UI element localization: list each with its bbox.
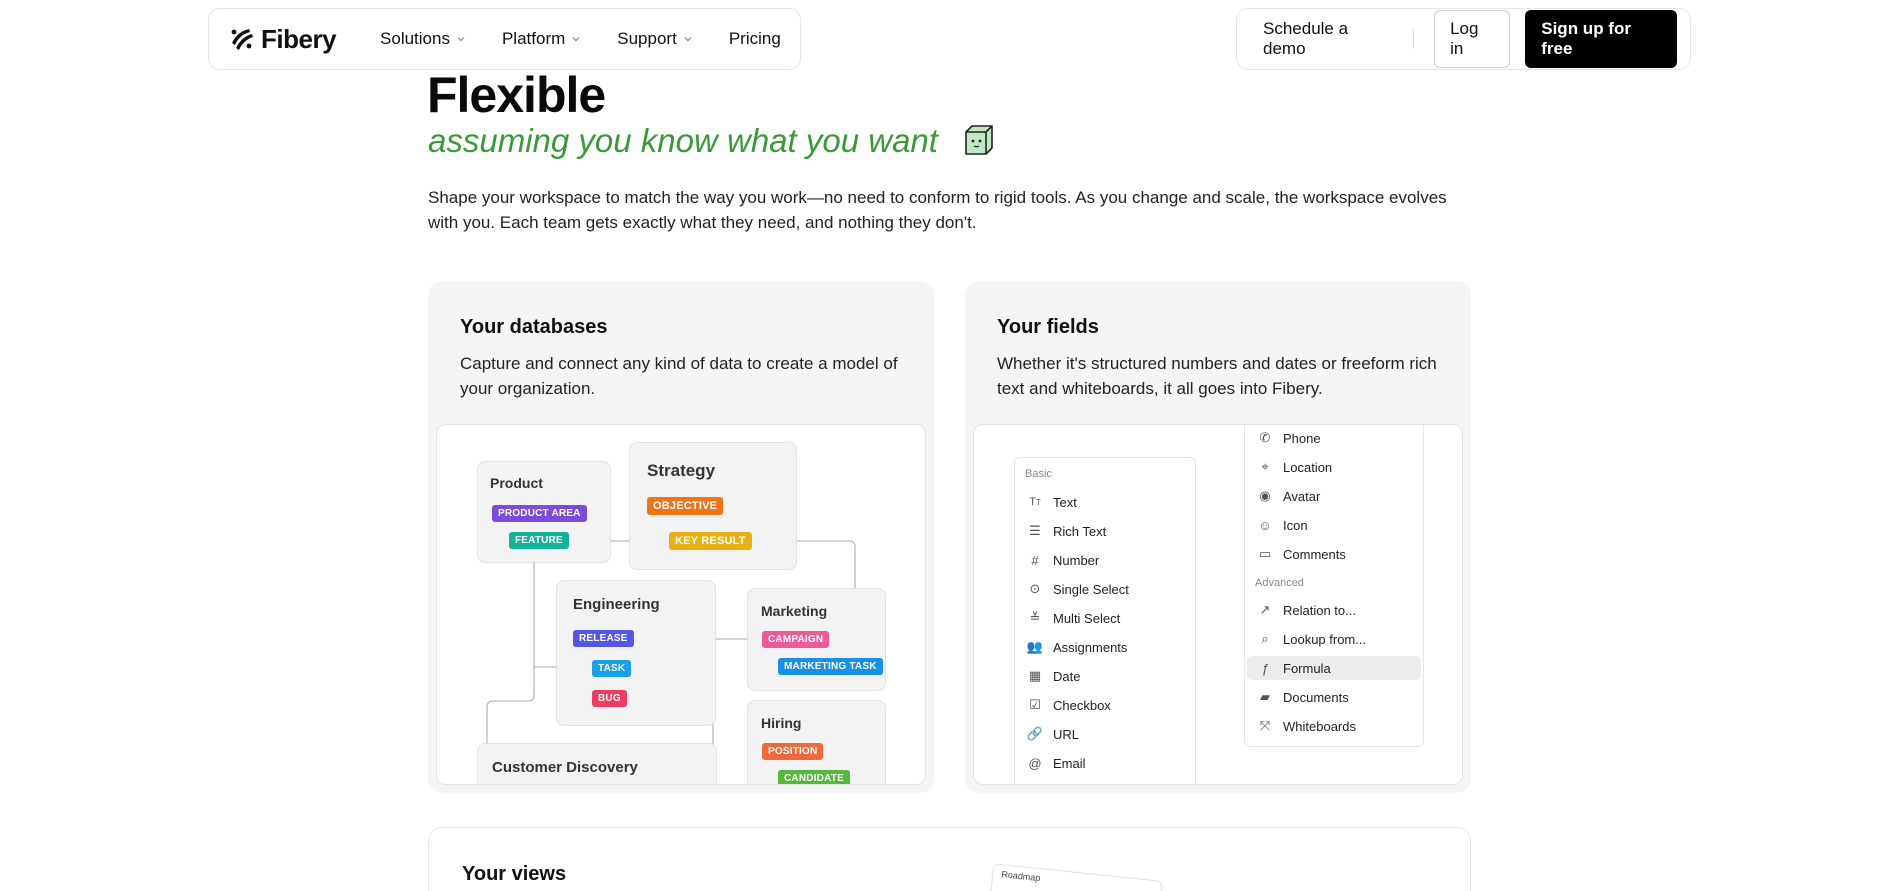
location-icon: ⌖ — [1261, 459, 1269, 474]
chevron-down-icon — [684, 37, 692, 42]
nav-item-pricing[interactable]: Pricing — [729, 29, 781, 49]
tag-bug: BUG — [592, 690, 627, 707]
field-single-select[interactable]: ⊙ Single Select — [1027, 577, 1129, 601]
nav-item-platform[interactable]: Platform — [502, 29, 581, 49]
field-comments[interactable]: ▭ Comments — [1257, 542, 1346, 566]
checkbox-icon: ☑ — [1029, 697, 1041, 712]
smile-icon: ☺ — [1258, 517, 1272, 533]
section-description: Shape your workspace to match the way yo… — [428, 188, 1447, 232]
card-description: Whether it's structured numbers and date… — [997, 354, 1437, 398]
more-fields-list: ✆ Phone ⌖ Location ◉ Avatar ☺ Icon ▭ Comments… — [1244, 425, 1424, 747]
database-diagram: Product PRODUCT AREA FEATURE Strategy OB… — [436, 424, 926, 785]
field-email[interactable]: @ Email — [1027, 751, 1085, 775]
whiteboard-icon: ⤧ — [1259, 718, 1271, 733]
nav-actions: Schedule a demo Log in Sign up for free — [1236, 8, 1691, 70]
field-phone[interactable]: ✆ Phone — [1257, 426, 1321, 450]
link-icon: 🔗 — [1026, 726, 1044, 741]
views-card: Your views Roadmap — [428, 827, 1471, 891]
tag-product-area: PRODUCT AREA — [492, 505, 587, 522]
basic-fields-list: Basic T T Text ☰ Rich Text # Number ⊙ Single … — [1014, 457, 1196, 784]
field-assignments[interactable]: 👥 Assignments — [1026, 635, 1128, 659]
tag-release: RELEASE — [573, 630, 634, 647]
sign-up-button[interactable]: Sign up for free — [1525, 10, 1677, 68]
field-lookup[interactable]: ⌕ Lookup from... — [1257, 627, 1366, 651]
field-rich-text[interactable]: ☰ Rich Text — [1027, 519, 1106, 543]
field-avatar[interactable]: ◉ Avatar — [1257, 484, 1320, 508]
nav-item-solutions[interactable]: Solutions — [380, 29, 466, 49]
main-nav: Fibery Solutions Platform Support Pricin… — [208, 8, 801, 70]
chevron-down-icon — [572, 37, 580, 42]
tag-objective: OBJECTIVE — [647, 497, 724, 515]
nav-item-support[interactable]: Support — [617, 29, 693, 49]
card-title: Your views — [462, 863, 567, 885]
group-engineering[interactable]: Engineering — [556, 580, 716, 726]
field-icon[interactable]: ☺ Icon — [1257, 513, 1307, 537]
log-in-button[interactable]: Log in — [1434, 10, 1511, 68]
formula-icon: ƒ — [1261, 660, 1269, 676]
relation-icon: ↗ — [1259, 602, 1271, 617]
text-icon: TT — [1029, 496, 1041, 508]
field-relation[interactable]: ↗ Relation to... — [1257, 598, 1356, 622]
multi-select-icon: ≚ — [1029, 610, 1041, 625]
section-title: Flexible — [427, 67, 606, 123]
field-checkbox[interactable]: ☑ Checkbox — [1027, 693, 1111, 717]
card-description: Capture and connect any kind of data to … — [460, 354, 898, 398]
tag-task: TASK — [592, 660, 632, 677]
rich-text-icon: ☰ — [1029, 523, 1041, 538]
cube-mascot-icon — [965, 125, 993, 155]
tag-position: POSITION — [762, 743, 824, 760]
users-icon: 👥 — [1026, 639, 1044, 654]
nav-divider — [1413, 29, 1415, 49]
at-icon: @ — [1028, 755, 1042, 771]
field-location[interactable]: ⌖ Location — [1257, 455, 1332, 479]
fields-card: Your fields Whether it's structured numb… — [965, 281, 1471, 793]
field-types-panel: Basic T T Text ☰ Rich Text # Number ⊙ Single … — [973, 424, 1463, 785]
field-documents[interactable]: ▰ Documents — [1257, 685, 1349, 709]
field-text[interactable]: T T Text — [1027, 490, 1077, 514]
group-customer-discovery[interactable]: Customer Discovery — [477, 743, 717, 784]
hash-icon: # — [1031, 552, 1039, 568]
fibery-logo[interactable]: Fibery — [229, 23, 337, 55]
field-multi-select[interactable]: ≚ Multi Select — [1027, 606, 1121, 630]
phone-icon: ✆ — [1259, 430, 1271, 445]
comments-icon: ▭ — [1258, 546, 1272, 561]
roadmap-label: Roadmap — [1000, 869, 1041, 884]
field-number[interactable]: # Number — [1027, 548, 1099, 572]
tag-marketing-task: MARKETING TASK — [778, 658, 883, 675]
field-url[interactable]: 🔗 URL — [1027, 722, 1079, 746]
section-subtitle: assuming you know what you want — [428, 122, 996, 160]
advanced-heading: Advanced — [1255, 577, 1304, 589]
roadmap-preview: Roadmap — [989, 863, 1163, 891]
calendar-icon: ▦ — [1028, 668, 1042, 683]
card-title: Your fields — [997, 316, 1099, 338]
field-whiteboards[interactable]: ⤧ Whiteboards — [1257, 714, 1356, 738]
card-title: Your databases — [460, 316, 608, 338]
documents-icon: ▰ — [1260, 689, 1270, 704]
tag-candidate: CANDIDATE — [778, 770, 850, 784]
tag-campaign: CAMPAIGN — [762, 631, 830, 648]
databases-card: Your databases Capture and connect any k… — [428, 281, 934, 793]
avatar-icon: ◉ — [1259, 488, 1271, 503]
chevron-down-icon — [457, 37, 465, 42]
single-select-icon: ⊙ — [1029, 581, 1041, 596]
fibery-logo-icon — [231, 29, 253, 50]
field-date[interactable]: ▦ Date — [1027, 664, 1081, 688]
logo-text: Fibery — [261, 23, 337, 54]
basic-heading: Basic — [1025, 468, 1052, 480]
field-formula[interactable]: ƒ Formula — [1247, 656, 1421, 680]
schedule-demo-link[interactable]: Schedule a demo — [1263, 19, 1389, 59]
tag-feature: FEATURE — [509, 532, 569, 549]
tag-key-result: KEY RESULT — [669, 532, 752, 550]
lookup-icon: ⌕ — [1261, 631, 1269, 646]
